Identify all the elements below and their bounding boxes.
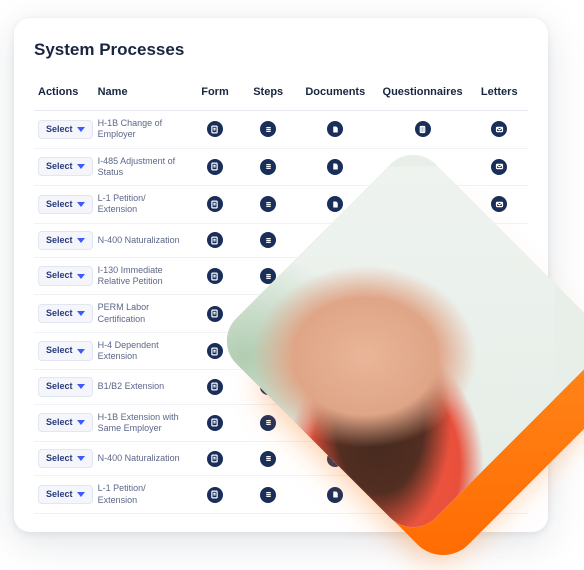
form-icon[interactable] — [207, 487, 223, 503]
form-icon[interactable] — [207, 306, 223, 322]
select-label: Select — [46, 453, 73, 464]
col-form: Form — [189, 76, 240, 111]
select-button[interactable]: Select — [38, 449, 93, 468]
process-name: I-485 Adjustment of Status — [94, 148, 190, 186]
process-name: H-4 Dependent Extension — [94, 332, 190, 370]
steps-icon[interactable] — [260, 196, 276, 212]
select-label: Select — [46, 270, 73, 281]
form-icon[interactable] — [207, 232, 223, 248]
col-documents: Documents — [296, 76, 375, 111]
chevron-down-icon — [77, 238, 85, 243]
process-name: I-130 Immediate Relative Petition — [94, 257, 190, 295]
select-button[interactable]: Select — [38, 195, 93, 214]
process-name: H-1B Extension with Same Employer — [94, 404, 190, 442]
questionnaires-icon[interactable] — [415, 121, 431, 137]
documents-icon[interactable] — [327, 121, 343, 137]
table-row: Select H-1B Change of Employer — [34, 111, 528, 149]
chevron-down-icon — [77, 456, 85, 461]
page-title: System Processes — [34, 40, 528, 60]
select-label: Select — [46, 199, 73, 210]
select-button[interactable]: Select — [38, 231, 93, 250]
steps-icon[interactable] — [260, 451, 276, 467]
select-button[interactable]: Select — [38, 413, 93, 432]
documents-icon[interactable] — [327, 159, 343, 175]
select-label: Select — [46, 235, 73, 246]
col-actions: Actions — [34, 76, 94, 111]
chevron-down-icon — [77, 127, 85, 132]
form-icon[interactable] — [207, 379, 223, 395]
chevron-down-icon — [77, 420, 85, 425]
form-icon[interactable] — [207, 451, 223, 467]
documents-icon[interactable] — [327, 196, 343, 212]
select-label: Select — [46, 345, 73, 356]
select-label: Select — [46, 124, 73, 135]
form-icon[interactable] — [207, 121, 223, 137]
select-button[interactable]: Select — [38, 485, 93, 504]
col-steps: Steps — [241, 76, 296, 111]
chevron-down-icon — [77, 164, 85, 169]
process-name: H-1B Change of Employer — [94, 111, 190, 149]
steps-icon[interactable] — [260, 121, 276, 137]
chevron-down-icon — [77, 311, 85, 316]
chevron-down-icon — [77, 492, 85, 497]
select-button[interactable]: Select — [38, 377, 93, 396]
table-row: Select I-485 Adjustment of Status — [34, 148, 528, 186]
form-icon[interactable] — [207, 268, 223, 284]
col-letters: Letters — [470, 76, 528, 111]
chevron-down-icon — [77, 384, 85, 389]
steps-icon[interactable] — [260, 232, 276, 248]
process-name: N-400 Naturalization — [94, 442, 190, 476]
select-button[interactable]: Select — [38, 120, 93, 139]
steps-icon[interactable] — [260, 159, 276, 175]
select-label: Select — [46, 308, 73, 319]
form-icon[interactable] — [207, 159, 223, 175]
letters-icon[interactable] — [491, 121, 507, 137]
form-icon[interactable] — [207, 196, 223, 212]
select-label: Select — [46, 417, 73, 428]
select-label: Select — [46, 381, 73, 392]
steps-icon[interactable] — [260, 415, 276, 431]
process-name: B1/B2 Extension — [94, 370, 190, 404]
letters-icon[interactable] — [491, 159, 507, 175]
select-label: Select — [46, 161, 73, 172]
select-button[interactable]: Select — [38, 304, 93, 323]
chevron-down-icon — [77, 274, 85, 279]
form-icon[interactable] — [207, 415, 223, 431]
select-button[interactable]: Select — [38, 157, 93, 176]
process-name: N-400 Naturalization — [94, 223, 190, 257]
documents-icon[interactable] — [327, 487, 343, 503]
col-name: Name — [94, 76, 190, 111]
select-button[interactable]: Select — [38, 266, 93, 285]
steps-icon[interactable] — [260, 487, 276, 503]
process-name: L-1 Petition/ Extension — [94, 476, 190, 514]
process-name: PERM Labor Certification — [94, 295, 190, 333]
process-name: L-1 Petition/ Extension — [94, 186, 190, 224]
col-questionnaires: Questionnaires — [375, 76, 471, 111]
chevron-down-icon — [77, 202, 85, 207]
letters-icon[interactable] — [491, 196, 507, 212]
chevron-down-icon — [77, 349, 85, 354]
select-label: Select — [46, 489, 73, 500]
select-button[interactable]: Select — [38, 341, 93, 360]
